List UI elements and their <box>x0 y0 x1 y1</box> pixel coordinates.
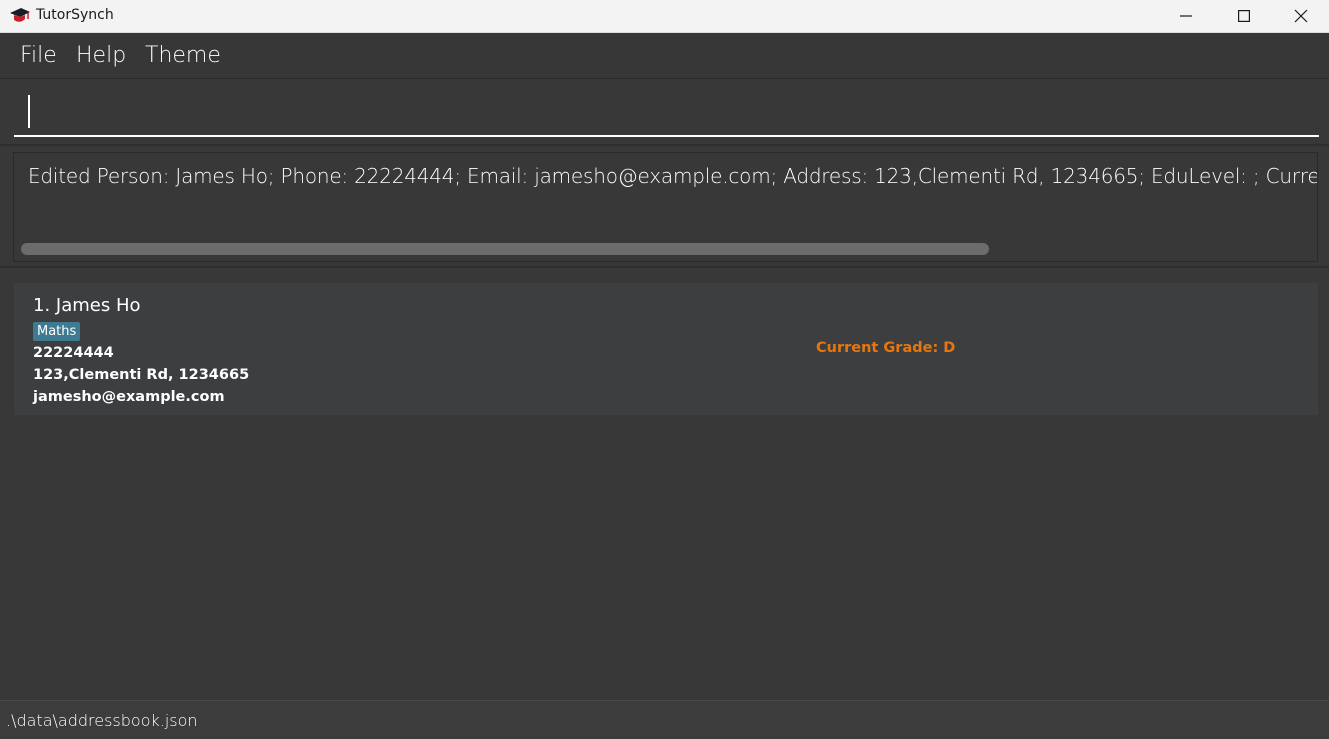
graduation-cap-icon <box>10 8 30 22</box>
menu-theme[interactable]: Theme <box>145 43 221 68</box>
minimize-icon <box>1180 15 1192 17</box>
status-bar: .\data\addressbook.json <box>0 700 1329 739</box>
save-location: .\data\addressbook.json <box>6 711 198 730</box>
person-email: jamesho@example.com <box>33 389 225 405</box>
text-caret <box>28 95 30 128</box>
app-title: TutorSynch <box>36 7 114 23</box>
result-display-area: Edited Person: James Ho; Phone: 22224444… <box>0 144 1329 268</box>
close-button[interactable] <box>1272 0 1329 32</box>
person-card[interactable]: 1. James Ho Maths 22224444 123,Clementi … <box>14 283 1318 415</box>
command-input[interactable] <box>14 89 1319 137</box>
person-address: 123,Clementi Rd, 1234665 <box>33 367 250 383</box>
result-message: Edited Person: James Ho; Phone: 22224444… <box>28 164 1318 188</box>
menu-file[interactable]: File <box>20 43 57 68</box>
person-list: 1. James Ho Maths 22224444 123,Clementi … <box>0 270 1329 700</box>
result-display[interactable]: Edited Person: James Ho; Phone: 22224444… <box>13 152 1318 262</box>
person-name: 1. James Ho <box>33 295 141 316</box>
close-icon <box>1294 9 1308 23</box>
maximize-button[interactable] <box>1215 0 1273 32</box>
minimize-button[interactable] <box>1157 0 1215 32</box>
tag-badge: Maths <box>33 322 81 341</box>
title-bar: TutorSynch <box>0 0 1329 33</box>
person-phone: 22224444 <box>33 345 114 361</box>
current-grade: Current Grade: D <box>816 340 956 356</box>
horizontal-scrollbar[interactable] <box>21 243 989 255</box>
command-box-area <box>0 80 1329 144</box>
maximize-icon <box>1238 10 1250 22</box>
menu-help[interactable]: Help <box>76 43 126 68</box>
menu-bar: File Help Theme <box>0 33 1329 79</box>
